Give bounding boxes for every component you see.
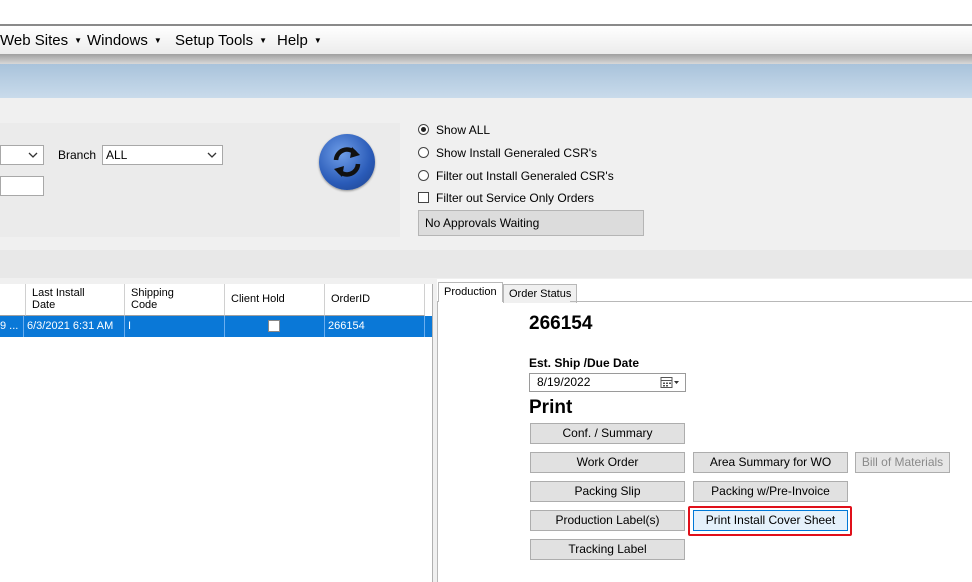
filter-service-only-checkbox[interactable] <box>418 192 429 203</box>
menu-label: Help <box>277 32 308 49</box>
caret-down-icon: ▼ <box>259 36 268 45</box>
tracking-label-button[interactable]: Tracking Label <box>530 539 685 560</box>
header-text: Date <box>32 299 56 311</box>
packing-pre-invoice-button[interactable]: Packing w/Pre-Invoice <box>693 481 848 502</box>
filter-text-input[interactable] <box>0 176 44 196</box>
header-text: Client Hold <box>231 293 285 305</box>
menu-web-sites[interactable]: Web Sites ▼ <box>0 32 82 49</box>
conf-summary-button[interactable]: Conf. / Summary <box>530 423 685 444</box>
order-number: 266154 <box>529 313 593 334</box>
table-row[interactable]: 9 ... 6/3/2021 6:31 AM I 266154 <box>0 316 432 337</box>
caret-down-icon: ▼ <box>313 36 322 45</box>
ship-date-picker[interactable]: 8/19/2022 <box>529 373 686 392</box>
row-cell-shipping-code: I <box>125 316 225 337</box>
show-install-generated-radio[interactable] <box>418 147 429 158</box>
title-area <box>0 0 972 25</box>
show-install-generated-label: Show Install Generaled CSR's <box>436 146 598 160</box>
ship-date-value: 8/19/2022 <box>537 375 591 389</box>
orders-grid: Last Install Date Shipping Code Client H… <box>0 284 433 582</box>
refresh-icon <box>333 147 361 177</box>
column-header-shipping-code[interactable]: Shipping Code <box>125 284 225 316</box>
highlight-box <box>688 506 852 536</box>
header-text: Shipping <box>131 287 174 299</box>
toolbar-strip <box>0 250 972 278</box>
filter-combo[interactable] <box>0 145 44 165</box>
menu-bar: Web Sites ▼ Windows ▼ Setup Tools ▼ Help ▼ <box>0 26 972 55</box>
menu-label: Setup Tools <box>175 32 254 49</box>
refresh-button[interactable] <box>319 134 375 190</box>
caret-down-icon: ▼ <box>153 36 162 45</box>
menu-windows[interactable]: Windows ▼ <box>87 32 162 49</box>
production-labels-button[interactable]: Production Label(s) <box>530 510 685 531</box>
area-summary-button[interactable]: Area Summary for WO <box>693 452 848 473</box>
header-text: Code <box>131 299 158 311</box>
column-header-order-id[interactable]: OrderID <box>325 284 425 316</box>
menu-shadow <box>0 54 972 64</box>
chevron-down-icon <box>207 152 217 158</box>
row-cell-order-id: 266154 <box>325 316 425 337</box>
tab-production[interactable]: Production <box>438 282 503 302</box>
approvals-status: No Approvals Waiting <box>418 210 644 236</box>
branch-select[interactable]: ALL <box>102 145 223 165</box>
header-band <box>0 64 972 98</box>
show-all-label: Show ALL <box>436 123 491 137</box>
bill-of-materials-button[interactable]: Bill of Materials <box>855 452 950 473</box>
print-heading: Print <box>529 397 573 418</box>
chevron-down-icon <box>28 152 38 158</box>
ship-date-label: Est. Ship /Due Date <box>529 356 640 370</box>
column-header-last-install[interactable]: Last Install Date <box>26 284 125 316</box>
client-hold-checkbox[interactable] <box>268 320 280 332</box>
filter-install-generated-radio[interactable] <box>418 170 429 181</box>
tab-order-status[interactable]: Order Status <box>503 284 578 303</box>
header-text: OrderID <box>331 293 371 305</box>
row-cell-truncated: 9 ... <box>0 316 24 337</box>
filter-service-only-label: Filter out Service Only Orders <box>436 191 595 205</box>
packing-slip-button[interactable]: Packing Slip <box>530 481 685 502</box>
caret-down-icon: ▼ <box>74 36 83 45</box>
menu-label: Windows <box>87 32 148 49</box>
row-cell-last-install: 6/3/2021 6:31 AM <box>24 316 125 337</box>
filter-install-generated-label: Filter out Install Generaled CSR's <box>436 169 614 183</box>
menu-label: Web Sites <box>0 32 69 49</box>
calendar-icon[interactable] <box>660 376 680 389</box>
production-tab-content <box>437 301 972 582</box>
work-order-button[interactable]: Work Order <box>530 452 685 473</box>
branch-value: ALL <box>106 148 128 162</box>
header-text: Last Install <box>32 287 85 299</box>
menu-setup-tools[interactable]: Setup Tools ▼ <box>175 32 267 49</box>
column-header[interactable] <box>0 284 26 316</box>
menu-help[interactable]: Help ▼ <box>277 32 322 49</box>
show-all-radio[interactable] <box>418 124 429 135</box>
branch-label: Branch <box>58 148 97 162</box>
tab-divider <box>570 301 972 302</box>
column-header-client-hold[interactable]: Client Hold <box>225 284 325 316</box>
